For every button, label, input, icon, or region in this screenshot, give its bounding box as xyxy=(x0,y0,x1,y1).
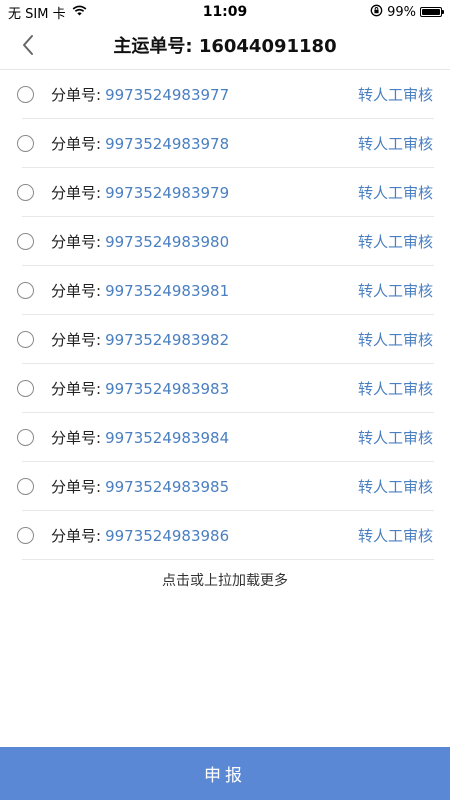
screen: 无 SIM 卡 11:09 99% 主运单号: 16044091180 分单号:… xyxy=(0,0,450,800)
list-item[interactable]: 分单号: 9973524983979 转人工审核 xyxy=(0,168,450,217)
manual-review-button[interactable]: 转人工审核 xyxy=(358,133,433,154)
list-item[interactable]: 分单号: 9973524983980 转人工审核 xyxy=(0,217,450,266)
list-item[interactable]: 分单号: 9973524983977 转人工审核 xyxy=(0,70,450,119)
manual-review-button[interactable]: 转人工审核 xyxy=(358,182,433,203)
sub-waybill-number: 9973524983981 xyxy=(105,281,230,300)
sub-waybill-label: 分单号: xyxy=(51,135,102,153)
select-radio[interactable] xyxy=(17,478,34,495)
select-radio[interactable] xyxy=(17,86,34,103)
sub-waybill-number: 9973524983986 xyxy=(105,526,230,545)
sub-waybill-label: 分单号: xyxy=(51,331,102,349)
manual-review-button[interactable]: 转人工审核 xyxy=(358,231,433,252)
sub-waybill-label: 分单号: xyxy=(51,429,102,447)
manual-review-button[interactable]: 转人工审核 xyxy=(358,476,433,497)
wifi-icon xyxy=(72,5,87,20)
sub-waybill-number: 9973524983983 xyxy=(105,379,230,398)
sub-waybill-label: 分单号: xyxy=(51,527,102,545)
sub-waybill-label: 分单号: xyxy=(51,86,102,104)
status-left: 无 SIM 卡 xyxy=(8,3,87,22)
orientation-lock-icon xyxy=(370,4,383,21)
list-item[interactable]: 分单号: 9973524983984 转人工审核 xyxy=(0,413,450,462)
sub-waybill-number: 9973524983984 xyxy=(105,428,230,447)
sub-waybill-number: 9973524983977 xyxy=(105,85,230,104)
sub-waybill-label: 分单号: xyxy=(51,478,102,496)
manual-review-button[interactable]: 转人工审核 xyxy=(358,84,433,105)
manual-review-button[interactable]: 转人工审核 xyxy=(358,525,433,546)
sub-waybill-number: 9973524983980 xyxy=(105,232,230,251)
sub-waybill-number: 9973524983982 xyxy=(105,330,230,349)
load-more-link[interactable]: 点击或上拉加载更多 xyxy=(0,570,450,590)
back-button[interactable] xyxy=(14,32,42,62)
status-right: 99% xyxy=(370,4,444,21)
list-item[interactable]: 分单号: 9973524983982 转人工审核 xyxy=(0,315,450,364)
select-radio[interactable] xyxy=(17,380,34,397)
list-item[interactable]: 分单号: 9973524983978 转人工审核 xyxy=(0,119,450,168)
sub-waybill-label: 分单号: xyxy=(51,282,102,300)
select-radio[interactable] xyxy=(17,527,34,544)
sub-waybill-number: 9973524983978 xyxy=(105,134,230,153)
sub-waybill-label: 分单号: xyxy=(51,233,102,251)
manual-review-button[interactable]: 转人工审核 xyxy=(358,280,433,301)
list-item[interactable]: 分单号: 9973524983985 转人工审核 xyxy=(0,462,450,511)
chevron-left-icon xyxy=(21,34,35,60)
select-radio[interactable] xyxy=(17,282,34,299)
nav-bar: 主运单号: 16044091180 xyxy=(0,24,450,70)
battery-icon xyxy=(420,7,444,17)
page-title: 主运单号: 16044091180 xyxy=(113,36,337,57)
sub-waybill-number: 9973524983979 xyxy=(105,183,230,202)
list-item[interactable]: 分单号: 9973524983986 转人工审核 xyxy=(0,511,450,560)
status-bar: 无 SIM 卡 11:09 99% xyxy=(0,0,450,24)
manual-review-button[interactable]: 转人工审核 xyxy=(358,427,433,448)
sub-waybill-list: 分单号: 9973524983977 转人工审核 分单号: 9973524983978 转… xyxy=(0,70,450,560)
sub-waybill-label: 分单号: xyxy=(51,184,102,202)
battery-percent: 99% xyxy=(387,4,416,20)
list-item[interactable]: 分单号: 9973524983981 转人工审核 xyxy=(0,266,450,315)
select-radio[interactable] xyxy=(17,331,34,348)
sub-waybill-number: 9973524983985 xyxy=(105,477,230,496)
manual-review-button[interactable]: 转人工审核 xyxy=(358,378,433,399)
manual-review-button[interactable]: 转人工审核 xyxy=(358,329,433,350)
select-radio[interactable] xyxy=(17,429,34,446)
select-radio[interactable] xyxy=(17,184,34,201)
carrier-label: 无 SIM 卡 xyxy=(8,6,66,22)
battery-fill xyxy=(422,9,440,15)
select-radio[interactable] xyxy=(17,233,34,250)
select-radio[interactable] xyxy=(17,135,34,152)
list-item[interactable]: 分单号: 9973524983983 转人工审核 xyxy=(0,364,450,413)
submit-button[interactable]: 申报 xyxy=(0,747,450,800)
sub-waybill-label: 分单号: xyxy=(51,380,102,398)
